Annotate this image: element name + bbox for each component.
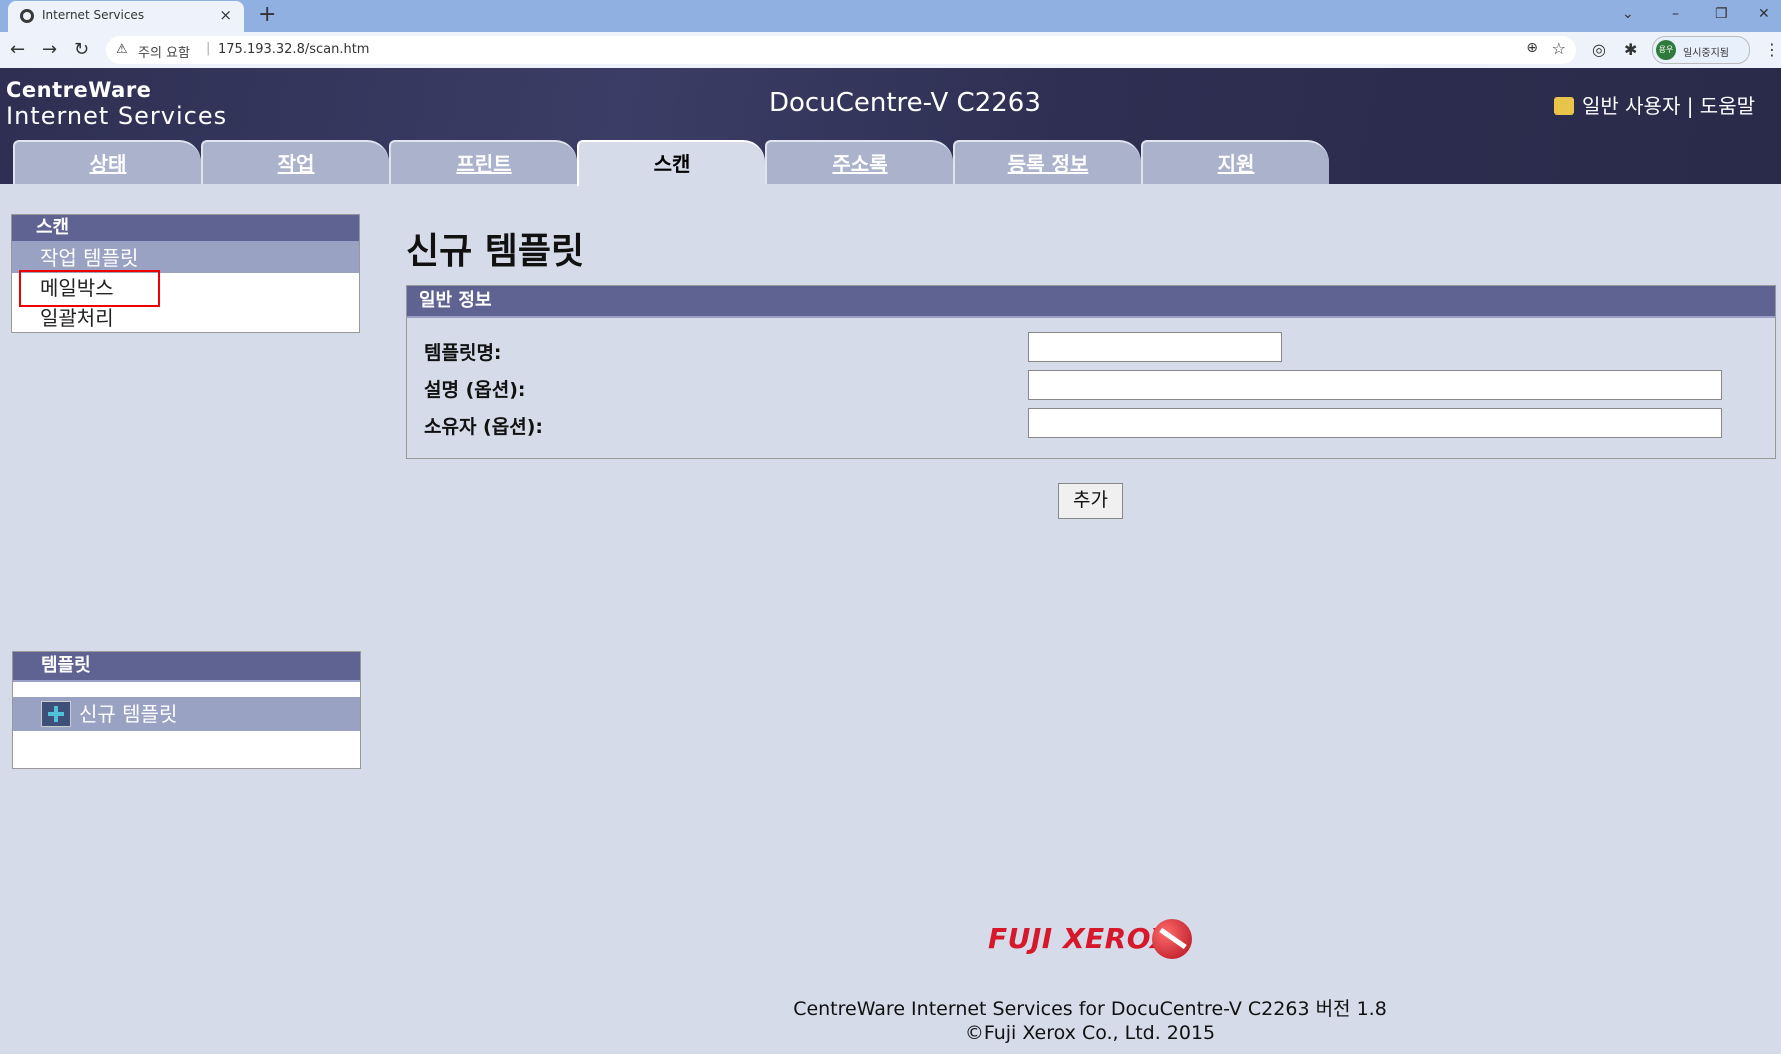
page-title: 신규 템플릿 bbox=[406, 231, 585, 272]
extensions-puzzle-icon[interactable]: ✱ bbox=[1624, 40, 1637, 59]
globe-icon bbox=[20, 9, 34, 23]
tab-status[interactable]: 상태 bbox=[13, 140, 201, 184]
new-template-link[interactable]: 신규 템플릿 bbox=[13, 697, 360, 731]
profile-label: 일시중지됨 bbox=[1683, 48, 1729, 59]
close-tab-icon[interactable]: × bbox=[219, 6, 232, 24]
highlight-box bbox=[19, 270, 160, 307]
tab-properties[interactable]: 등록 정보 bbox=[953, 140, 1141, 184]
plus-icon bbox=[41, 701, 71, 727]
template-panel-title: 템플릿 bbox=[13, 652, 360, 682]
extension-circle-icon[interactable]: ◎ bbox=[1592, 40, 1606, 59]
user-help-link[interactable]: 일반 사용자 | 도움말 bbox=[1554, 90, 1755, 119]
section-title: 일반 정보 bbox=[407, 286, 1775, 318]
scan-panel-title: 스캔 bbox=[12, 215, 359, 243]
url-separator: | bbox=[206, 41, 211, 56]
forward-icon[interactable]: → bbox=[42, 39, 57, 60]
footer-version: CentreWare Internet Services for DocuCen… bbox=[793, 998, 1387, 1020]
template-name-input[interactable] bbox=[1028, 332, 1282, 362]
browser-menu-icon[interactable]: ⋮ bbox=[1764, 40, 1780, 59]
new-template-label[interactable]: 신규 템플릿 bbox=[79, 697, 177, 731]
browser-tab-strip: Internet Services × + ⌄ – ❐ ✕ bbox=[0, 0, 1781, 32]
url-field[interactable]: ⚠ 주의 요함 | 175.193.32.8/scan.htm ⊕ ☆ bbox=[106, 36, 1576, 64]
add-button[interactable]: 추가 bbox=[1058, 483, 1123, 519]
bookmark-star-icon[interactable]: ☆ bbox=[1552, 39, 1566, 58]
description-input[interactable] bbox=[1028, 370, 1722, 400]
owner-input[interactable] bbox=[1028, 408, 1722, 438]
new-tab-button[interactable]: + bbox=[258, 2, 276, 27]
template-panel: 템플릿 신규 템플릿 bbox=[12, 651, 361, 769]
tab-scan[interactable]: 스캔 bbox=[577, 140, 765, 186]
warning-icon[interactable]: ⚠ bbox=[116, 42, 128, 57]
scan-nav-panel: 스캔 작업 템플릿 메일박스 일괄처리 bbox=[11, 214, 360, 333]
brand-logo: FUJI XEROX bbox=[988, 919, 1192, 959]
profile-button[interactable]: 용우 일시중지됨 bbox=[1652, 36, 1750, 64]
sidebar-item-job-templates[interactable]: 작업 템플릿 bbox=[12, 243, 359, 273]
brand-text: FUJI XEROX bbox=[988, 922, 1173, 955]
avatar: 용우 bbox=[1656, 40, 1676, 60]
reload-icon[interactable]: ↻ bbox=[74, 39, 89, 60]
tab-job[interactable]: 작업 bbox=[201, 140, 389, 184]
logo-line2: Internet Services bbox=[6, 102, 228, 130]
description-label: 설명 (옵션): bbox=[424, 379, 526, 401]
browser-tab[interactable]: Internet Services × bbox=[8, 1, 244, 32]
address-bar: ← → ↻ ⚠ 주의 요함 | 175.193.32.8/scan.htm ⊕ … bbox=[0, 32, 1781, 68]
url-text[interactable]: 175.193.32.8/scan.htm bbox=[218, 42, 369, 57]
general-info-form: 일반 정보 템플릿명: 설명 (옵션): 소유자 (옵션): bbox=[406, 285, 1776, 459]
user-label[interactable]: 일반 사용자 | 도움말 bbox=[1582, 94, 1755, 118]
back-icon[interactable]: ← bbox=[10, 39, 25, 60]
owner-label: 소유자 (옵션): bbox=[424, 416, 543, 438]
footer-copyright: ©Fuji Xerox Co., Ltd. 2015 bbox=[964, 1022, 1216, 1044]
browser-tab-title: Internet Services bbox=[42, 8, 145, 22]
template-name-label: 템플릿명: bbox=[424, 342, 502, 364]
lock-icon bbox=[1554, 97, 1574, 115]
xerox-ball-icon bbox=[1152, 919, 1192, 959]
device-name: DocuCentre-V C2263 bbox=[769, 88, 1041, 118]
tab-search-icon[interactable]: ⌄ bbox=[1622, 6, 1634, 22]
zoom-icon[interactable]: ⊕ bbox=[1526, 40, 1538, 56]
logo-line1: CentreWare bbox=[6, 78, 152, 102]
tab-print[interactable]: 프린트 bbox=[389, 140, 577, 184]
tab-address-book[interactable]: 주소록 bbox=[765, 140, 953, 184]
minimize-icon[interactable]: – bbox=[1672, 6, 1679, 22]
window-close-icon[interactable]: ✕ bbox=[1758, 6, 1770, 22]
restore-icon[interactable]: ❐ bbox=[1715, 6, 1728, 22]
sidebar-item-batch[interactable]: 일괄처리 bbox=[12, 303, 359, 333]
security-label[interactable]: 주의 요함 bbox=[138, 42, 190, 61]
tab-support[interactable]: 지원 bbox=[1141, 140, 1329, 184]
